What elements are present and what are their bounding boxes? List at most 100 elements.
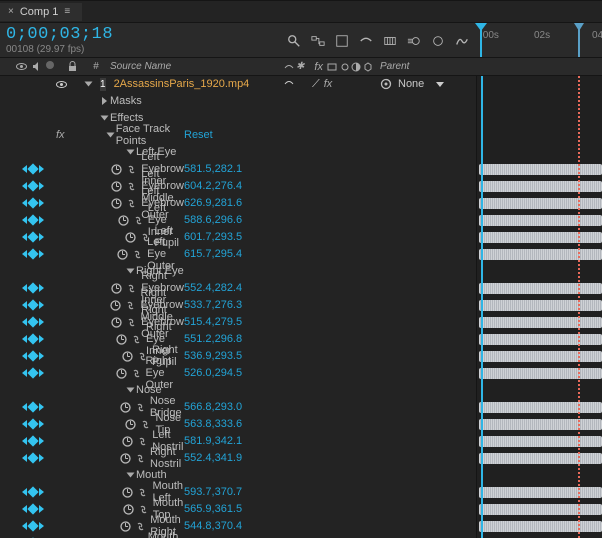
next-keyframe-icon[interactable] (39, 420, 44, 428)
add-keyframe-icon[interactable] (27, 418, 38, 429)
stopwatch-icon[interactable] (125, 419, 136, 430)
property-value[interactable]: 551.2,296.8 (184, 333, 242, 345)
parent-column[interactable]: Parent (380, 61, 476, 72)
property-value[interactable]: 563.8,333.6 (184, 418, 242, 430)
brainstorm-icon[interactable] (430, 33, 446, 49)
property-value[interactable]: 588.6,296.6 (184, 214, 242, 226)
stopwatch-icon[interactable] (118, 215, 129, 226)
add-keyframe-icon[interactable] (27, 333, 38, 344)
next-keyframe-icon[interactable] (39, 233, 44, 241)
panel-menu-icon[interactable]: × (8, 6, 14, 17)
property-value[interactable]: 533.7,276.3 (184, 299, 242, 311)
add-keyframe-icon[interactable] (27, 197, 38, 208)
work-area-end-line[interactable] (578, 76, 580, 538)
next-keyframe-icon[interactable] (39, 250, 44, 258)
property-row[interactable]: Left Eye Outer615.7,295.4 (0, 246, 476, 263)
current-timecode[interactable]: 0;00;03;18 (6, 26, 113, 43)
property-value[interactable]: 526.0,294.5 (184, 367, 242, 379)
add-keyframe-icon[interactable] (27, 282, 38, 293)
stopwatch-icon[interactable] (122, 487, 133, 498)
keyframe-track[interactable] (479, 334, 602, 345)
property-name[interactable]: Mouth Bottom (148, 531, 184, 538)
draft3d-icon[interactable] (334, 33, 350, 49)
motion-blur-icon[interactable] (406, 33, 422, 49)
collapse-toggle[interactable]: ⟋ (312, 78, 320, 91)
prev-keyframe-icon[interactable] (22, 199, 27, 207)
property-row[interactable]: Right Pupil536.9,293.5 (0, 348, 476, 365)
property-group[interactable]: Left Eye (0, 144, 476, 161)
prev-keyframe-icon[interactable] (22, 301, 27, 309)
keyframe-track[interactable] (479, 351, 602, 362)
prev-keyframe-icon[interactable] (22, 437, 27, 445)
property-row[interactable]: Right Eyebrow Outer515.4,279.5 (0, 314, 476, 331)
twirl-icon[interactable] (127, 388, 135, 393)
next-keyframe-icon[interactable] (39, 403, 44, 411)
next-keyframe-icon[interactable] (39, 318, 44, 326)
property-value[interactable]: 615.7,295.4 (184, 248, 242, 260)
add-keyframe-icon[interactable] (27, 248, 38, 259)
prev-keyframe-icon[interactable] (22, 250, 27, 258)
keyframe-track[interactable] (479, 419, 602, 430)
add-keyframe-icon[interactable] (27, 299, 38, 310)
keyframe-track[interactable] (479, 487, 602, 498)
property-group[interactable]: Right Eye (0, 263, 476, 280)
property-value[interactable]: 581.9,342.1 (184, 435, 242, 447)
link-dimensions-icon[interactable] (140, 419, 151, 430)
effect-row[interactable]: fxFace Track PointsReset (0, 127, 476, 144)
source-name-column[interactable]: Source Name (106, 61, 284, 72)
property-row[interactable]: Left Eyebrow Outer626.9,281.6 (0, 195, 476, 212)
fx-badge[interactable]: fx (56, 129, 65, 141)
playhead[interactable] (480, 29, 482, 57)
stopwatch-icon[interactable] (120, 453, 131, 464)
keyframe-track[interactable] (479, 249, 602, 260)
stopwatch-icon[interactable] (116, 334, 127, 345)
add-keyframe-icon[interactable] (27, 520, 38, 531)
keyframe-track[interactable] (479, 436, 602, 447)
property-value[interactable]: 536.9,293.5 (184, 350, 242, 362)
prev-keyframe-icon[interactable] (22, 454, 27, 462)
property-row[interactable]: Nose Tip563.8,333.6 (0, 416, 476, 433)
link-dimensions-icon[interactable] (135, 402, 146, 413)
keyframe-track[interactable] (479, 232, 602, 243)
prev-keyframe-icon[interactable] (22, 369, 27, 377)
add-keyframe-icon[interactable] (27, 163, 38, 174)
property-row[interactable]: Right Eye Outer526.0,294.5 (0, 365, 476, 382)
property-value[interactable]: 565.9,361.5 (184, 503, 242, 515)
keyframe-track[interactable] (479, 181, 602, 192)
add-keyframe-icon[interactable] (27, 214, 38, 225)
add-keyframe-icon[interactable] (27, 435, 38, 446)
stopwatch-icon[interactable] (123, 504, 134, 515)
property-row[interactable]: Right Eyebrow Middle533.7,276.3 (0, 297, 476, 314)
keyframe-track[interactable] (479, 215, 602, 226)
property-row[interactable]: Right Eye Inner551.2,296.8 (0, 331, 476, 348)
playhead-line[interactable] (481, 76, 483, 538)
prev-keyframe-icon[interactable] (22, 182, 27, 190)
prev-keyframe-icon[interactable] (22, 403, 27, 411)
next-keyframe-icon[interactable] (39, 284, 44, 292)
link-dimensions-icon[interactable] (137, 487, 148, 498)
prev-keyframe-icon[interactable] (22, 420, 27, 428)
search-icon[interactable] (286, 33, 302, 49)
timeline-tracks[interactable] (476, 76, 602, 538)
comp-mini-flow-icon[interactable] (310, 33, 326, 49)
twirl-icon[interactable] (102, 97, 107, 105)
property-row[interactable]: Mouth Right544.8,370.4 (0, 518, 476, 535)
property-value[interactable]: 552.4,282.4 (184, 282, 242, 294)
stopwatch-icon[interactable] (122, 436, 133, 447)
link-dimensions-icon[interactable] (131, 334, 142, 345)
twirl-icon[interactable] (127, 473, 135, 478)
link-dimensions-icon[interactable] (131, 368, 142, 379)
add-keyframe-icon[interactable] (27, 350, 38, 361)
prev-keyframe-icon[interactable] (22, 488, 27, 496)
property-row[interactable]: Left Eyebrow Inner581.5,282.1 (0, 161, 476, 178)
prev-keyframe-icon[interactable] (22, 352, 27, 360)
keyframe-track[interactable] (479, 521, 602, 532)
add-keyframe-icon[interactable] (27, 503, 38, 514)
prev-keyframe-icon[interactable] (22, 233, 27, 241)
prev-keyframe-icon[interactable] (22, 216, 27, 224)
link-dimensions-icon[interactable] (133, 215, 144, 226)
work-area-end[interactable] (578, 29, 580, 57)
next-keyframe-icon[interactable] (39, 182, 44, 190)
next-keyframe-icon[interactable] (39, 216, 44, 224)
frame-blend-icon[interactable] (382, 33, 398, 49)
